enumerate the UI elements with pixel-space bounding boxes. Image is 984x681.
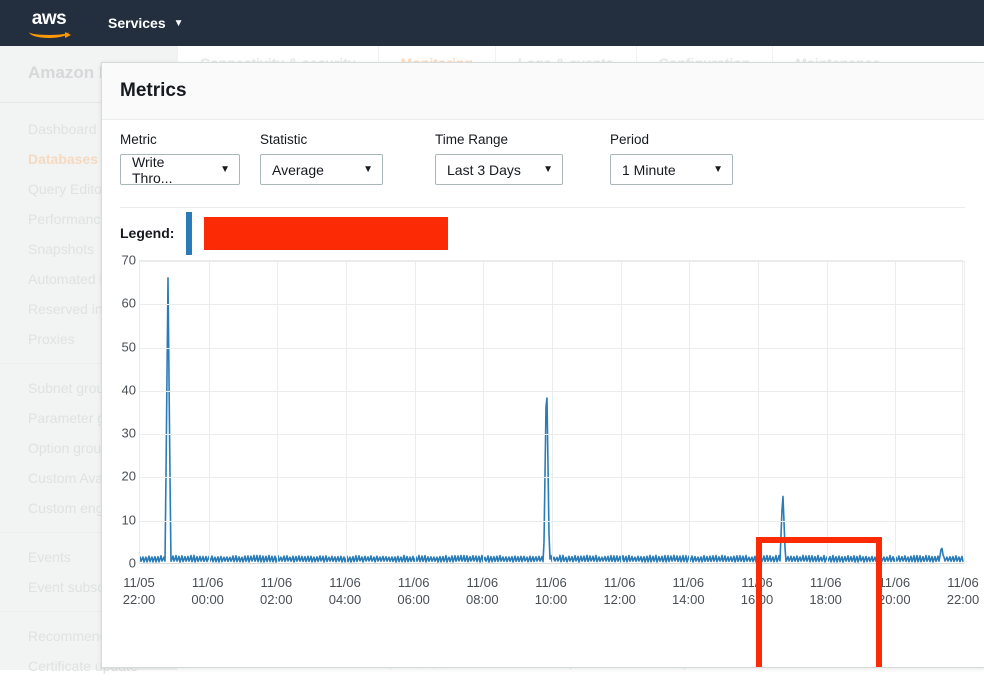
x-tick-date: 11/06 xyxy=(260,575,293,590)
chart-legend: Legend: xyxy=(102,208,984,258)
time-range-select-value: Last 3 Days xyxy=(447,161,521,178)
time-range-select[interactable]: Last 3 Days ▼ xyxy=(435,154,563,185)
x-tick-date: 11/06 xyxy=(809,575,842,590)
x-tick-time: 14:00 xyxy=(672,592,705,607)
y-axis-tick-label: 70 xyxy=(121,252,136,268)
x-tick-time: 00:00 xyxy=(191,592,224,607)
chart-gridline-vertical xyxy=(483,261,484,564)
x-tick-date: 11/06 xyxy=(466,575,499,590)
metric-select[interactable]: Write Thro... ▼ xyxy=(120,153,240,186)
chevron-down-icon: ▼ xyxy=(713,164,723,175)
metric-label: Metric xyxy=(120,132,157,147)
x-tick-date: 11/06 xyxy=(329,575,361,590)
x-tick-date: 11/06 xyxy=(535,575,567,590)
x-axis-tick-label: 11/06 12:00 xyxy=(585,574,655,608)
time-range-control-group: Time Range Last 3 Days ▼ xyxy=(435,132,610,208)
aws-logo-text: aws xyxy=(31,7,67,29)
chevron-down-icon: ▼ xyxy=(220,164,230,175)
chart-gridline-vertical xyxy=(552,261,553,564)
x-tick-time: 08:00 xyxy=(466,592,499,607)
chart-gridline-vertical xyxy=(895,261,896,564)
x-axis-tick-label: 11/06 08:00 xyxy=(447,574,517,608)
x-axis-tick-label: 11/06 14:00 xyxy=(653,574,723,608)
x-tick-date: 11/05 xyxy=(123,575,155,590)
chart-gridline-vertical xyxy=(415,261,416,564)
x-tick-date: 11/06 xyxy=(603,575,636,590)
metric-select-value: Write Thro... xyxy=(132,153,173,186)
chart-y-axis: 0 10 20 30 40 50 60 70 xyxy=(102,253,136,571)
chevron-down-icon: ▼ xyxy=(173,17,184,29)
period-control-group: Period 1 Minute ▼ xyxy=(610,132,785,208)
statistic-select-value: Average xyxy=(272,161,324,178)
y-axis-tick-label: 10 xyxy=(121,512,136,528)
period-select-value: 1 Minute xyxy=(622,161,676,178)
statistic-control-group: Statistic Average ▼ xyxy=(260,132,435,208)
chart-gridline-vertical xyxy=(209,261,210,564)
chart-gridline-vertical xyxy=(621,261,622,564)
chart-gridline-vertical xyxy=(346,261,347,564)
x-tick-time: 22:00 xyxy=(122,592,156,607)
x-tick-time: 22:00 xyxy=(946,592,980,607)
x-axis-tick-label: 11/06 16:00 xyxy=(722,574,792,608)
x-tick-time: 10:00 xyxy=(534,592,568,607)
statistic-label: Statistic xyxy=(260,132,308,147)
chart-gridline-vertical xyxy=(277,261,278,564)
x-axis-tick-label: 11/06 06:00 xyxy=(379,574,449,608)
aws-logo-icon[interactable]: aws xyxy=(24,9,74,38)
statistic-select[interactable]: Average ▼ xyxy=(260,154,383,185)
chart-gridline-vertical xyxy=(689,261,690,564)
legend-color-swatch xyxy=(186,211,193,255)
x-axis-tick-label: 11/06 00:00 xyxy=(173,574,243,608)
chart-x-axis: 11/05 22:00 11/06 00:00 11/06 02:00 11/06 04:00… xyxy=(123,568,980,616)
y-axis-tick-label: 0 xyxy=(128,555,136,571)
x-tick-date: 11/06 xyxy=(191,575,224,590)
x-tick-date: 11/06 xyxy=(397,575,430,590)
chevron-down-icon: ▼ xyxy=(363,164,373,175)
time-range-label: Time Range xyxy=(435,132,509,147)
x-tick-time: 02:00 xyxy=(260,592,293,607)
y-axis-tick-label: 20 xyxy=(121,468,136,484)
x-tick-time: 18:00 xyxy=(809,592,842,607)
page-title: Metrics xyxy=(120,80,187,101)
period-select[interactable]: 1 Minute ▼ xyxy=(610,154,733,185)
x-tick-time: 04:00 xyxy=(328,592,362,607)
y-axis-tick-label: 60 xyxy=(121,295,136,311)
x-axis-tick-label: 11/05 22:00 xyxy=(104,574,174,608)
legend-redaction-box xyxy=(204,216,449,250)
legend-label: Legend: xyxy=(120,225,175,241)
x-tick-date: 11/06 xyxy=(878,575,911,590)
period-label: Period xyxy=(610,132,650,147)
x-axis-tick-label: 11/06 04:00 xyxy=(310,574,380,608)
x-axis-tick-label: 11/06 10:00 xyxy=(516,574,586,608)
services-menu-label: Services xyxy=(108,15,166,31)
aws-top-navigation: aws Services ▼ xyxy=(0,0,984,46)
chart-gridline-vertical xyxy=(964,261,965,564)
x-axis-tick-label: 11/06 20:00 xyxy=(859,574,929,608)
metrics-chart: 0 10 20 30 40 50 60 70 11/05 22:00 11/06 00:00 11/0… xyxy=(102,253,984,667)
x-tick-date: 11/06 xyxy=(947,575,979,590)
x-tick-date: 11/06 xyxy=(741,575,773,590)
x-tick-date: 11/06 xyxy=(672,575,705,590)
x-tick-time: 12:00 xyxy=(603,592,636,607)
metrics-modal: Metrics Metric Write Thro... ▼ Statistic… xyxy=(101,62,984,668)
x-tick-time: 06:00 xyxy=(397,592,430,607)
aws-logo-smile-icon xyxy=(29,26,71,38)
y-axis-tick-label: 40 xyxy=(121,382,136,398)
x-axis-tick-label: 11/06 22:00 xyxy=(928,574,984,608)
chart-plot-area xyxy=(139,260,965,564)
services-menu-button[interactable]: Services ▼ xyxy=(108,15,184,31)
metric-control-group: Metric Write Thro... ▼ xyxy=(120,132,260,208)
y-axis-tick-label: 30 xyxy=(121,425,136,441)
x-axis-tick-label: 11/06 02:00 xyxy=(241,574,311,608)
x-axis-tick-label: 11/06 18:00 xyxy=(791,574,861,608)
chart-gridline-vertical xyxy=(827,261,828,564)
metrics-modal-header: Metrics xyxy=(102,63,984,120)
y-axis-tick-label: 50 xyxy=(121,339,136,355)
x-tick-time: 16:00 xyxy=(740,592,774,607)
x-tick-time: 20:00 xyxy=(878,592,911,607)
metrics-controls-row: Metric Write Thro... ▼ Statistic Average… xyxy=(102,120,984,208)
chevron-down-icon: ▼ xyxy=(543,164,553,175)
chart-gridline-vertical xyxy=(758,261,759,564)
